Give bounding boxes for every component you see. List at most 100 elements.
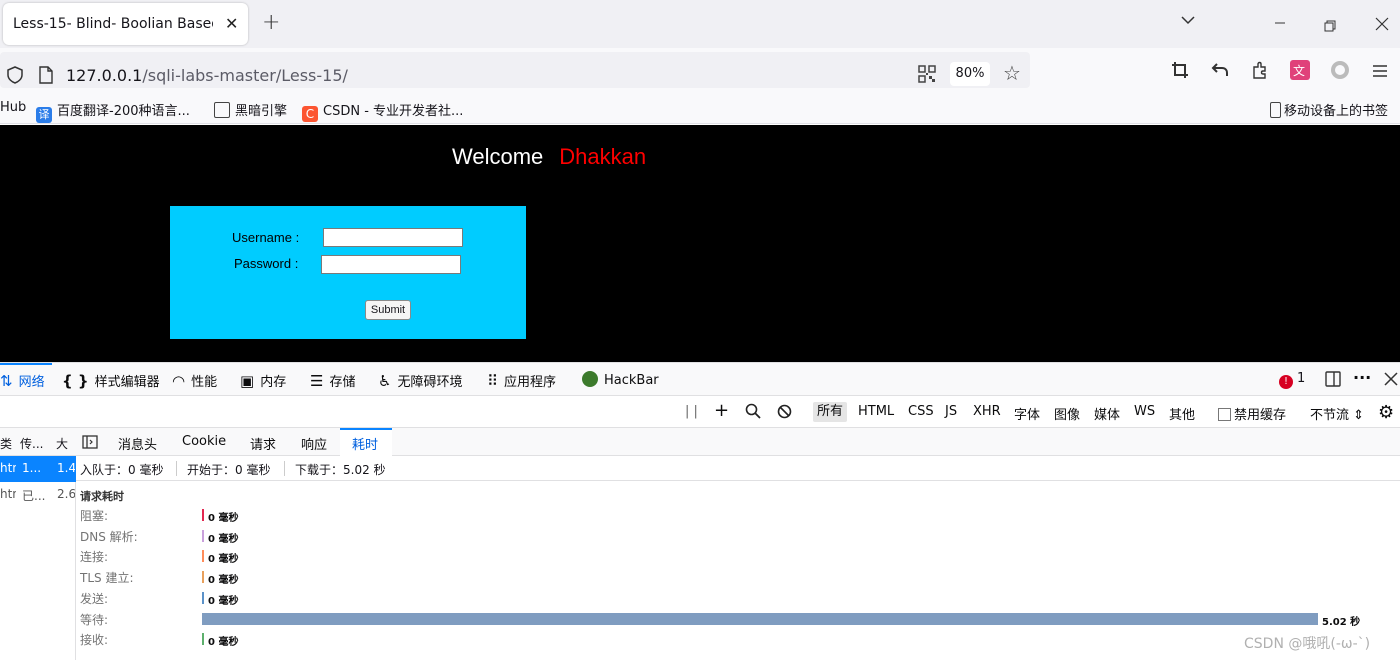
new-tab-icon[interactable]: + xyxy=(262,10,280,35)
shield-icon[interactable] xyxy=(6,66,24,88)
crop-screenshot-icon[interactable] xyxy=(1171,61,1189,83)
username-input[interactable] xyxy=(323,228,463,247)
request-size: 1.4 xyxy=(57,461,75,475)
navigation-bar: 127.0.0.1/sqli-labs-master/Less-15/ 80% … xyxy=(0,48,1400,92)
clear-block-icon[interactable] xyxy=(777,404,792,423)
devtools-tab-accessibility[interactable]: ♿ 无障碍环境 xyxy=(378,371,462,390)
zoom-level[interactable]: 80% xyxy=(950,62,990,86)
timing-summary: 入队于：0 毫秒 开始于：0 毫秒 下载于：5.02 秒 xyxy=(76,456,1400,481)
timing-value: 0 毫秒 xyxy=(208,554,239,566)
dock-side-icon[interactable] xyxy=(1324,370,1342,392)
timing-value: 0 毫秒 xyxy=(208,595,239,607)
devtools-tab-application[interactable]: ⠿ 应用程序 xyxy=(487,371,556,390)
bookmark-csdn[interactable]: C CSDN - 专业开发者社... xyxy=(302,100,463,122)
devtools-tab-style-editor[interactable]: { } 样式编辑器 xyxy=(62,371,160,390)
timing-value: 5.02 秒 xyxy=(1322,616,1361,628)
bookmark-hub[interactable]: Hub xyxy=(0,100,26,115)
close-window-icon[interactable] xyxy=(1375,16,1389,35)
extensions-icon[interactable] xyxy=(1251,61,1269,83)
request-type: htn xyxy=(0,487,16,501)
memory-chip-icon: ▣ xyxy=(240,372,255,390)
tab-list-chevron-icon[interactable] xyxy=(1180,12,1196,32)
more-options-icon[interactable]: ··· xyxy=(1353,368,1371,387)
filter-media[interactable]: 媒体 xyxy=(1094,404,1120,423)
bookmark-folder-dark-engine[interactable]: 黑暗引擎 xyxy=(214,100,287,119)
add-filter-icon[interactable]: + xyxy=(714,400,729,421)
request-timings-panel: 请求耗时 阻塞: 0 毫秒 DNS 解析: 0 毫秒 连接: 0 毫秒 TLS 建立: 0 毫… xyxy=(76,481,1400,660)
table-row[interactable]: htn 1... 1.4 xyxy=(0,456,76,482)
restore-icon[interactable] xyxy=(1324,17,1336,36)
filter-js[interactable]: JS xyxy=(945,404,957,419)
request-type: htn xyxy=(0,461,16,475)
bookmark-baidu-translate[interactable]: 译百度翻译-200种语言... xyxy=(36,100,190,123)
selected-tab-indicator xyxy=(0,363,52,365)
address-bar[interactable]: 127.0.0.1/sqli-labs-master/Less-15/ 80% … xyxy=(0,52,1030,88)
checkbox-icon xyxy=(1218,408,1231,421)
close-devtools-icon[interactable] xyxy=(1384,372,1398,390)
tab-response[interactable]: 响应 xyxy=(301,434,327,453)
username-display: Dhakkan xyxy=(559,144,647,169)
csdn-logo-icon: C xyxy=(302,106,318,122)
timing-bar xyxy=(202,509,204,521)
filter-xhr[interactable]: XHR xyxy=(973,404,1001,419)
filter-ws[interactable]: WS xyxy=(1134,404,1155,419)
error-icon: ! xyxy=(1279,375,1293,389)
password-input[interactable] xyxy=(321,255,461,274)
timing-label: 阻塞: xyxy=(80,509,109,523)
timing-label: DNS 解析: xyxy=(80,529,138,544)
filter-other[interactable]: 其他 xyxy=(1169,404,1195,423)
undo-icon[interactable] xyxy=(1211,61,1229,83)
page-icon[interactable] xyxy=(38,66,54,88)
url-text[interactable]: 127.0.0.1/sqli-labs-master/Less-15/ xyxy=(66,66,348,85)
submit-button[interactable]: Submit xyxy=(365,300,411,320)
devtools-toolbar: ⇅ 网络 { } 样式编辑器 ◠ 性能 ▣ 内存 ☰ 存储 ♿ 无障碍环境 ⠿ 应用程序 Ha… xyxy=(0,362,1400,396)
devtools-tab-storage[interactable]: ☰ 存储 xyxy=(310,371,355,390)
pause-icon[interactable]: | | xyxy=(685,404,698,419)
devtools-tab-performance[interactable]: ◠ 性能 xyxy=(172,371,217,390)
tab-headers[interactable]: 消息头 xyxy=(118,434,157,453)
timing-value: 0 毫秒 xyxy=(208,637,239,649)
column-header-transferred[interactable]: 传... xyxy=(20,435,50,452)
table-row[interactable]: htn 已... 2.6 xyxy=(0,482,76,508)
filter-fonts[interactable]: 字体 xyxy=(1014,404,1040,423)
translate-extension-icon[interactable]: 文 xyxy=(1290,60,1310,84)
filter-images[interactable]: 图像 xyxy=(1054,404,1080,423)
tab-request[interactable]: 请求 xyxy=(250,434,276,453)
app-grid-icon: ⠿ xyxy=(487,372,498,390)
timing-bar xyxy=(202,612,1318,625)
started-time: 开始于：0 毫秒 xyxy=(187,463,271,477)
search-icon[interactable] xyxy=(745,403,761,423)
devtools-tab-memory[interactable]: ▣ 内存 xyxy=(240,371,286,390)
network-arrows-icon: ⇅ xyxy=(0,372,13,390)
queued-time: 入队于：0 毫秒 xyxy=(80,463,164,477)
filter-all[interactable]: 所有 xyxy=(813,402,848,422)
close-tab-icon[interactable]: ✕ xyxy=(225,14,238,33)
profile-icon[interactable] xyxy=(1330,60,1350,84)
timing-label: 发送: xyxy=(80,591,109,606)
mobile-bookmarks[interactable]: 移动设备上的书签 xyxy=(1270,100,1388,119)
toggle-sidebar-icon[interactable] xyxy=(82,435,98,453)
storage-icon: ☰ xyxy=(310,372,324,390)
filter-html[interactable]: HTML xyxy=(858,404,894,419)
devtools-tab-network[interactable]: ⇅ 网络 xyxy=(0,371,45,390)
settings-gear-icon[interactable]: ⚙ xyxy=(1378,402,1394,423)
tab-title: Less-15- Blind- Boolian Based- Stri xyxy=(13,16,213,32)
request-size: 2.6 xyxy=(57,487,75,501)
column-header-type[interactable]: 类 xyxy=(0,435,14,452)
downloaded-time: 下载于：5.02 秒 xyxy=(295,463,386,477)
column-header-size[interactable]: 大 xyxy=(56,435,74,452)
disable-cache-checkbox[interactable]: 禁用缓存 xyxy=(1218,404,1286,423)
throttling-select[interactable]: 不节流 ⇕ xyxy=(1310,404,1364,423)
menu-icon[interactable] xyxy=(1372,63,1388,82)
selected-detail-tab-indicator xyxy=(340,428,392,430)
watermark: CSDN @哦吼(-ω-`) xyxy=(1244,636,1371,652)
browser-tab[interactable]: Less-15- Blind- Boolian Based- Stri ✕ xyxy=(3,3,248,45)
tab-cookie[interactable]: Cookie xyxy=(182,434,226,449)
bookmark-star-icon[interactable]: ☆ xyxy=(1003,61,1021,85)
tab-timings[interactable]: 耗时 xyxy=(352,434,378,453)
filter-css[interactable]: CSS xyxy=(908,404,934,419)
qr-code-icon[interactable] xyxy=(918,65,936,87)
devtools-tab-hackbar[interactable]: HackBar xyxy=(582,371,659,388)
minimize-icon[interactable] xyxy=(1274,14,1286,33)
error-counter[interactable]: ! 1 xyxy=(1279,371,1305,389)
